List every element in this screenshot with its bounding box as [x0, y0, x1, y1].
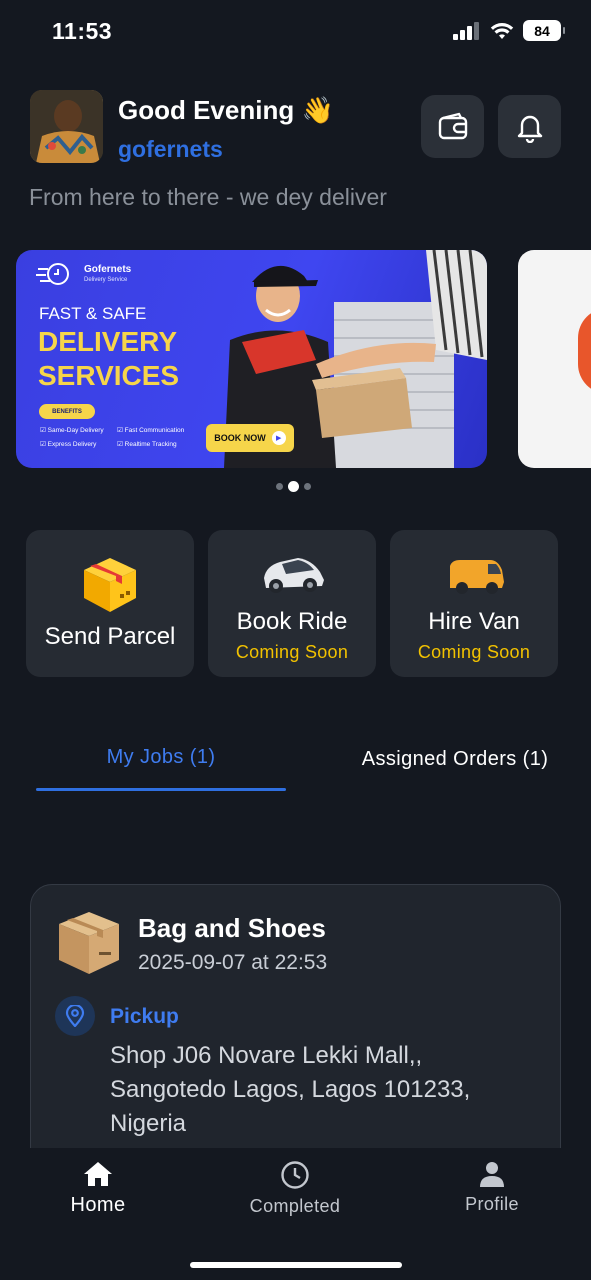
hire-van-card[interactable]: Hire Van Coming Soon	[390, 530, 558, 677]
banner-next-logo	[578, 308, 591, 394]
tab-assigned-orders[interactable]: Assigned Orders (1)	[330, 748, 580, 771]
book-ride-card[interactable]: Book Ride Coming Soon	[208, 530, 376, 677]
nav-home[interactable]: Home	[28, 1160, 168, 1217]
carousel-dot[interactable]	[276, 483, 283, 490]
pickup-address: Shop J06 Novare Lekki Mall,, Sangotedo L…	[110, 1042, 471, 1137]
book-ride-label: Book Ride	[236, 608, 348, 635]
job-date: 2025-09-07 at 22:53	[138, 951, 328, 974]
avatar-photo	[30, 90, 103, 163]
banner-benefit-3: ☑ Express Delivery	[40, 441, 97, 448]
banner-headline-small: FAST & SAFE	[39, 304, 147, 323]
status-icons: 84	[453, 20, 565, 41]
job-title: Bag and Shoes	[138, 913, 326, 943]
nav-completed-label: Completed	[249, 1196, 341, 1216]
banner-cta-label: BOOK NOW	[214, 433, 266, 443]
play-icon: ▶	[271, 431, 286, 445]
send-parcel-card[interactable]: Send Parcel	[26, 530, 194, 677]
banner-headline-1: DELIVERY	[38, 326, 177, 357]
hire-van-label: Hire Van	[428, 608, 520, 635]
carousel-dots	[276, 481, 311, 492]
banner-brand-sub: Delivery Service	[84, 277, 128, 283]
tagline: From here to there - we dey deliver	[29, 184, 387, 210]
username: gofernets	[118, 136, 223, 162]
status-time: 11:53	[52, 18, 113, 44]
parcel-box-icon	[84, 558, 136, 612]
car-icon	[264, 558, 324, 593]
nav-profile[interactable]: Profile	[422, 1160, 562, 1215]
banner-benefit-1: ☑ Same-Day Delivery	[40, 427, 104, 434]
package-icon	[59, 912, 119, 974]
wallet-icon	[438, 112, 467, 139]
clock-icon	[281, 1161, 309, 1189]
nav-home-label: Home	[70, 1194, 126, 1216]
greeting-text: Good Evening 👋	[118, 95, 334, 125]
avatar[interactable]	[30, 90, 103, 163]
person-icon	[480, 1162, 504, 1187]
banner-brand: Gofernets	[84, 264, 132, 275]
carousel-dot[interactable]	[304, 483, 311, 490]
notifications-button[interactable]	[498, 95, 561, 158]
nav-profile-label: Profile	[465, 1194, 519, 1214]
banner-benefit-4: ☑ Realtime Tracking	[117, 441, 177, 448]
banner-headline-2: SERVICES	[38, 360, 180, 391]
book-ride-coming-soon: Coming Soon	[235, 642, 349, 662]
signal-icon	[453, 21, 479, 40]
promo-banner[interactable]: Gofernets Delivery Service FAST & SAFE D…	[16, 250, 487, 468]
home-icon	[84, 1162, 112, 1186]
location-pin-icon	[65, 1005, 85, 1027]
carousel-dot-active[interactable]	[288, 481, 299, 492]
battery-indicator: 84	[523, 20, 565, 41]
wifi-icon	[490, 22, 514, 39]
van-icon	[450, 560, 504, 594]
home-indicator	[190, 1262, 402, 1268]
bell-icon	[517, 115, 542, 143]
nav-completed[interactable]: Completed	[225, 1160, 365, 1217]
send-parcel-label: Send Parcel	[44, 623, 176, 650]
banner-benefit-2: ☑ Fast Communication	[117, 427, 185, 434]
tab-my-jobs[interactable]: My Jobs (1)	[36, 746, 286, 769]
banner-book-now-button[interactable]: BOOK NOW ▶	[206, 424, 294, 452]
pickup-pin-badge	[55, 996, 95, 1036]
promo-banner-next[interactable]	[518, 250, 591, 468]
pickup-label: Pickup	[110, 1005, 179, 1028]
banner-benefits-label: BENEFITS	[39, 404, 95, 419]
hire-van-coming-soon: Coming Soon	[417, 642, 531, 662]
wallet-button[interactable]	[421, 95, 484, 158]
tab-active-indicator	[36, 788, 286, 791]
